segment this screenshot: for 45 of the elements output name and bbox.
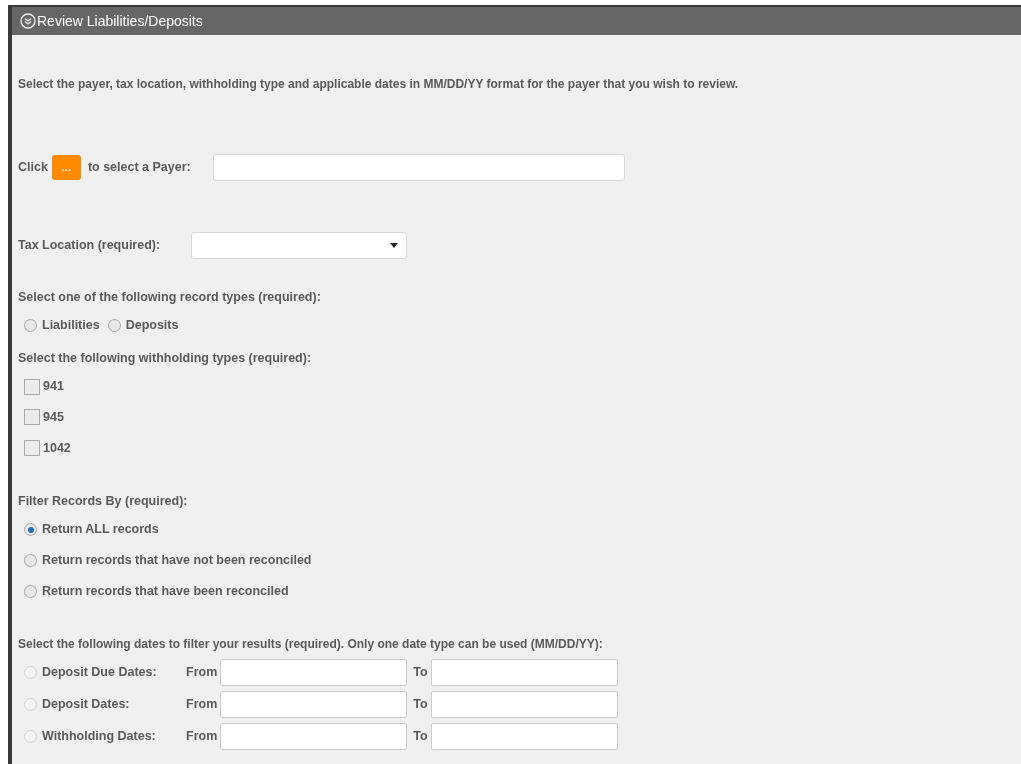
to-label: To [413,727,428,745]
tax-location-dropdown[interactable] [191,231,408,259]
date-type-label: Deposit Due Dates: [42,663,158,681]
radio-button[interactable] [24,584,37,598]
dates-label: Select the following dates to filter your results (required). Only one date type can be used (MM/DD/YY): [18,635,604,653]
from-label: From [186,727,218,745]
from-label: From [186,695,218,713]
checkbox[interactable] [24,440,40,457]
checkbox-label: 945 [43,409,64,426]
withholding-types-label: Select the following withholding types (required): [18,349,313,367]
instructions: Select the payer, tax location, withholding type and applicable dates in MM/DD/YY format for the payer that you wish to review. [18,76,740,93]
payer-field[interactable] [212,153,625,181]
radio-button[interactable] [24,523,37,537]
payer-label: Click [18,158,48,176]
panel-title: Review Liabilities/Deposits [37,11,203,31]
radio-label: Deposits [125,316,179,334]
from-label: From [186,663,218,681]
record-types-label: Select one of the following record types (required): [18,289,322,306]
checkbox[interactable] [24,409,40,426]
to-date-field[interactable] [430,722,618,750]
filter-label: Filter Records By (required): [18,492,189,510]
radio-button[interactable] [24,553,37,567]
payer-label: to select a Payer: [87,158,191,176]
browse-payer-button[interactable]: ... [51,154,81,180]
radio-label: Return ALL records [42,521,159,539]
tax-location-label: Tax Location (required): [18,236,161,254]
collapse-icon[interactable] [20,13,36,29]
radio-button[interactable] [107,318,121,332]
checkbox-label: 1042 [43,439,71,457]
radio-label: Return records that have been reconciled [42,582,289,600]
date-type-label: Withholding Dates: [42,727,157,745]
radio-label: Return records that have not been reconciled [42,552,312,569]
checkbox-label: 941 [43,378,64,396]
from-date-field[interactable] [220,658,408,686]
date-type-label: Deposit Dates: [42,695,131,713]
checkbox[interactable] [24,378,40,395]
from-date-field[interactable] [220,690,408,718]
dropdown-arrow-icon [390,242,399,248]
from-date-field[interactable] [220,722,408,750]
to-label: To [413,663,428,681]
to-date-field[interactable] [430,658,618,686]
to-label: To [413,695,428,713]
radio-button[interactable] [24,318,37,332]
radio-label: Liabilities [42,316,100,334]
to-date-field[interactable] [430,690,618,718]
